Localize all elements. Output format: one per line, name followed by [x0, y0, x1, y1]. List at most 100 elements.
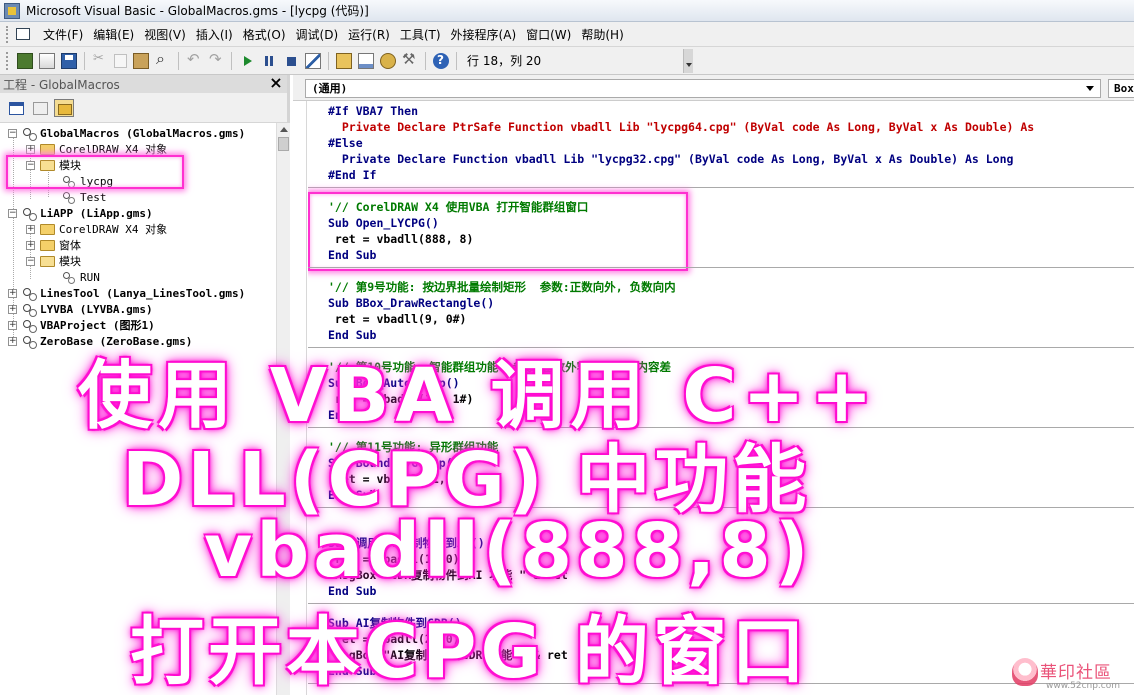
tree-folder-modules-2[interactable]: − 模块: [26, 253, 81, 269]
code-line[interactable]: ret = vbadll(10, 1#): [328, 391, 473, 407]
collapse-icon[interactable]: −: [8, 128, 17, 138]
code-line[interactable]: ret = vbadll(1, 0): [328, 551, 460, 567]
code-line[interactable]: Private Declare Function vbadll Lib "lyc…: [328, 151, 1014, 167]
code-line[interactable]: End Sub: [328, 407, 376, 423]
site-watermark: 華印社區 www.52cnp.com: [1012, 656, 1134, 695]
undo-icon[interactable]: [186, 50, 202, 69]
project-explorer-title: 工程 - GlobalMacros: [3, 77, 120, 92]
code-line[interactable]: End Sub: [328, 487, 376, 503]
menu-help[interactable]: 帮助(H): [576, 23, 628, 45]
tree-project-vbaproject[interactable]: + VBAProject (图形1): [8, 317, 155, 333]
code-line[interactable]: Sub BoundaryGroup(): [328, 455, 460, 471]
paste-icon[interactable]: [133, 52, 149, 69]
menu-edit[interactable]: 编辑(E): [88, 23, 139, 45]
project-explorer-icon[interactable]: [336, 52, 352, 69]
code-line[interactable]: Sub Box_AutoGroup(): [328, 375, 460, 391]
tree-project-lyvba[interactable]: + LYVBA (LYVBA.gms): [8, 301, 153, 317]
tree-folder-forms[interactable]: + 窗体: [26, 237, 81, 253]
menu-window[interactable]: 窗口(W): [521, 23, 576, 45]
toolbar-options-chevron-icon[interactable]: [683, 49, 693, 73]
view-app-icon[interactable]: [14, 26, 32, 42]
break-icon[interactable]: [261, 53, 277, 69]
code-line[interactable]: Sub BBox_DrawRectangle(): [328, 295, 494, 311]
menu-tools[interactable]: 工具(T): [395, 23, 446, 45]
vba-project-icon: [22, 303, 37, 317]
expand-icon[interactable]: +: [26, 144, 35, 154]
menu-view[interactable]: 视图(V): [139, 23, 191, 45]
insert-userform-icon[interactable]: [39, 52, 55, 69]
save-icon[interactable]: [61, 52, 77, 69]
menu-debug[interactable]: 调试(D): [291, 23, 344, 45]
code-line[interactable]: #If VBA7 Then: [328, 103, 418, 119]
view-code-icon[interactable]: [6, 99, 26, 117]
vba-project-icon: [22, 127, 37, 141]
code-line[interactable]: ret = vbadll(9, 0#): [328, 311, 467, 327]
tree-project-liapp[interactable]: − LiAPP (LiApp.gms): [8, 205, 153, 221]
properties-window-icon[interactable]: [358, 52, 374, 69]
expand-icon[interactable]: +: [8, 304, 17, 314]
code-line[interactable]: Sub AI复制物件到CDR(): [328, 615, 462, 631]
find-icon[interactable]: [155, 49, 171, 69]
close-icon[interactable]: ×: [269, 75, 283, 91]
menu-run[interactable]: 运行(R): [343, 23, 395, 45]
code-line[interactable]: ret = vbadll(11, 0): [328, 471, 467, 487]
expand-icon[interactable]: +: [26, 224, 35, 234]
code-line[interactable]: End Sub: [328, 663, 376, 679]
menu-grip-icon[interactable]: [6, 25, 10, 43]
code-line-error[interactable]: Private Declare PtrSafe Function vbadll …: [328, 119, 1034, 135]
scrollbar-thumb[interactable]: [278, 137, 289, 151]
menu-format[interactable]: 格式(O): [238, 23, 291, 45]
collapse-icon[interactable]: −: [8, 208, 17, 218]
code-comment[interactable]: '// 第10号功能: 智能群组功能 参数:正数外容差, 负数内容差: [328, 359, 671, 375]
code-line[interactable]: MsgBox "CDR复制物件到AI 功能 " & ret: [328, 567, 568, 583]
code-line[interactable]: ret = vbadll(2, 0): [328, 631, 460, 647]
code-line[interactable]: MsgBox "AI复制物件到CDR 功能 " & ret: [328, 647, 568, 663]
folder-icon: [40, 143, 55, 155]
expand-icon[interactable]: +: [8, 336, 17, 346]
code-comment[interactable]: '// 第9号功能: 按边界批量绘制矩形 参数:正数向外, 负数向内: [328, 279, 676, 295]
tree-module-run[interactable]: RUN: [62, 269, 100, 285]
tree-project-zerobase[interactable]: + ZeroBase (ZeroBase.gms): [8, 333, 192, 349]
object-browser-icon[interactable]: [380, 52, 396, 69]
code-line[interactable]: End Sub: [328, 327, 376, 343]
help-icon[interactable]: [433, 52, 449, 69]
expand-icon[interactable]: +: [26, 240, 35, 250]
toolbar-grip-icon[interactable]: [6, 51, 10, 70]
code-line[interactable]: End Sub: [328, 583, 376, 599]
procedure-dropdown[interactable]: Box: [1108, 79, 1134, 98]
code-line[interactable]: #End If: [328, 167, 376, 183]
tree-module-test[interactable]: Test: [62, 189, 107, 205]
view-object-icon[interactable]: [30, 99, 50, 117]
run-icon[interactable]: [239, 53, 255, 69]
expand-icon[interactable]: +: [8, 320, 17, 330]
view-host-app-icon[interactable]: [17, 52, 33, 69]
collapse-icon[interactable]: −: [26, 256, 35, 266]
margin-indicator-bar[interactable]: [293, 101, 307, 695]
object-dropdown[interactable]: (通用): [305, 79, 1101, 98]
cursor-position: 行 18，列 20: [467, 54, 542, 68]
expand-icon[interactable]: +: [8, 288, 17, 298]
code-pane[interactable]: #If VBA7 Then Private Declare PtrSafe Fu…: [308, 101, 1134, 695]
vba-app-icon: [4, 2, 20, 19]
menu-addins[interactable]: 外接程序(A): [446, 23, 522, 45]
copy-icon[interactable]: [114, 53, 127, 68]
menu-insert[interactable]: 插入(I): [191, 23, 238, 45]
tree-scrollbar[interactable]: [276, 123, 290, 695]
redo-icon[interactable]: [208, 50, 224, 69]
code-comment[interactable]: '// 第11号功能: 异形群组功能: [328, 439, 498, 455]
module-icon: [62, 191, 76, 204]
toggle-folders-icon[interactable]: [54, 98, 74, 117]
tree-project-globalmacros[interactable]: − GlobalMacros (GlobalMacros.gms): [8, 125, 245, 141]
code-line[interactable]: #Else: [328, 135, 363, 151]
toolbox-icon[interactable]: [402, 50, 418, 69]
tree-folder-corel-objects-2[interactable]: + CorelDRAW X4 对象: [26, 221, 167, 237]
cut-icon[interactable]: [92, 51, 108, 69]
tree-project-linestool[interactable]: + LinesTool (Lanya_LinesTool.gms): [8, 285, 245, 301]
menu-file[interactable]: 文件(F): [38, 23, 88, 45]
code-line[interactable]: Sub 调用CDR复制物件到AI(): [328, 535, 485, 551]
design-mode-icon[interactable]: [305, 52, 321, 69]
chevron-down-icon[interactable]: [1086, 86, 1094, 91]
reset-icon[interactable]: [283, 53, 299, 69]
code-window-combos: (通用) Box: [293, 75, 1134, 101]
toolbar-separator: [84, 51, 85, 70]
